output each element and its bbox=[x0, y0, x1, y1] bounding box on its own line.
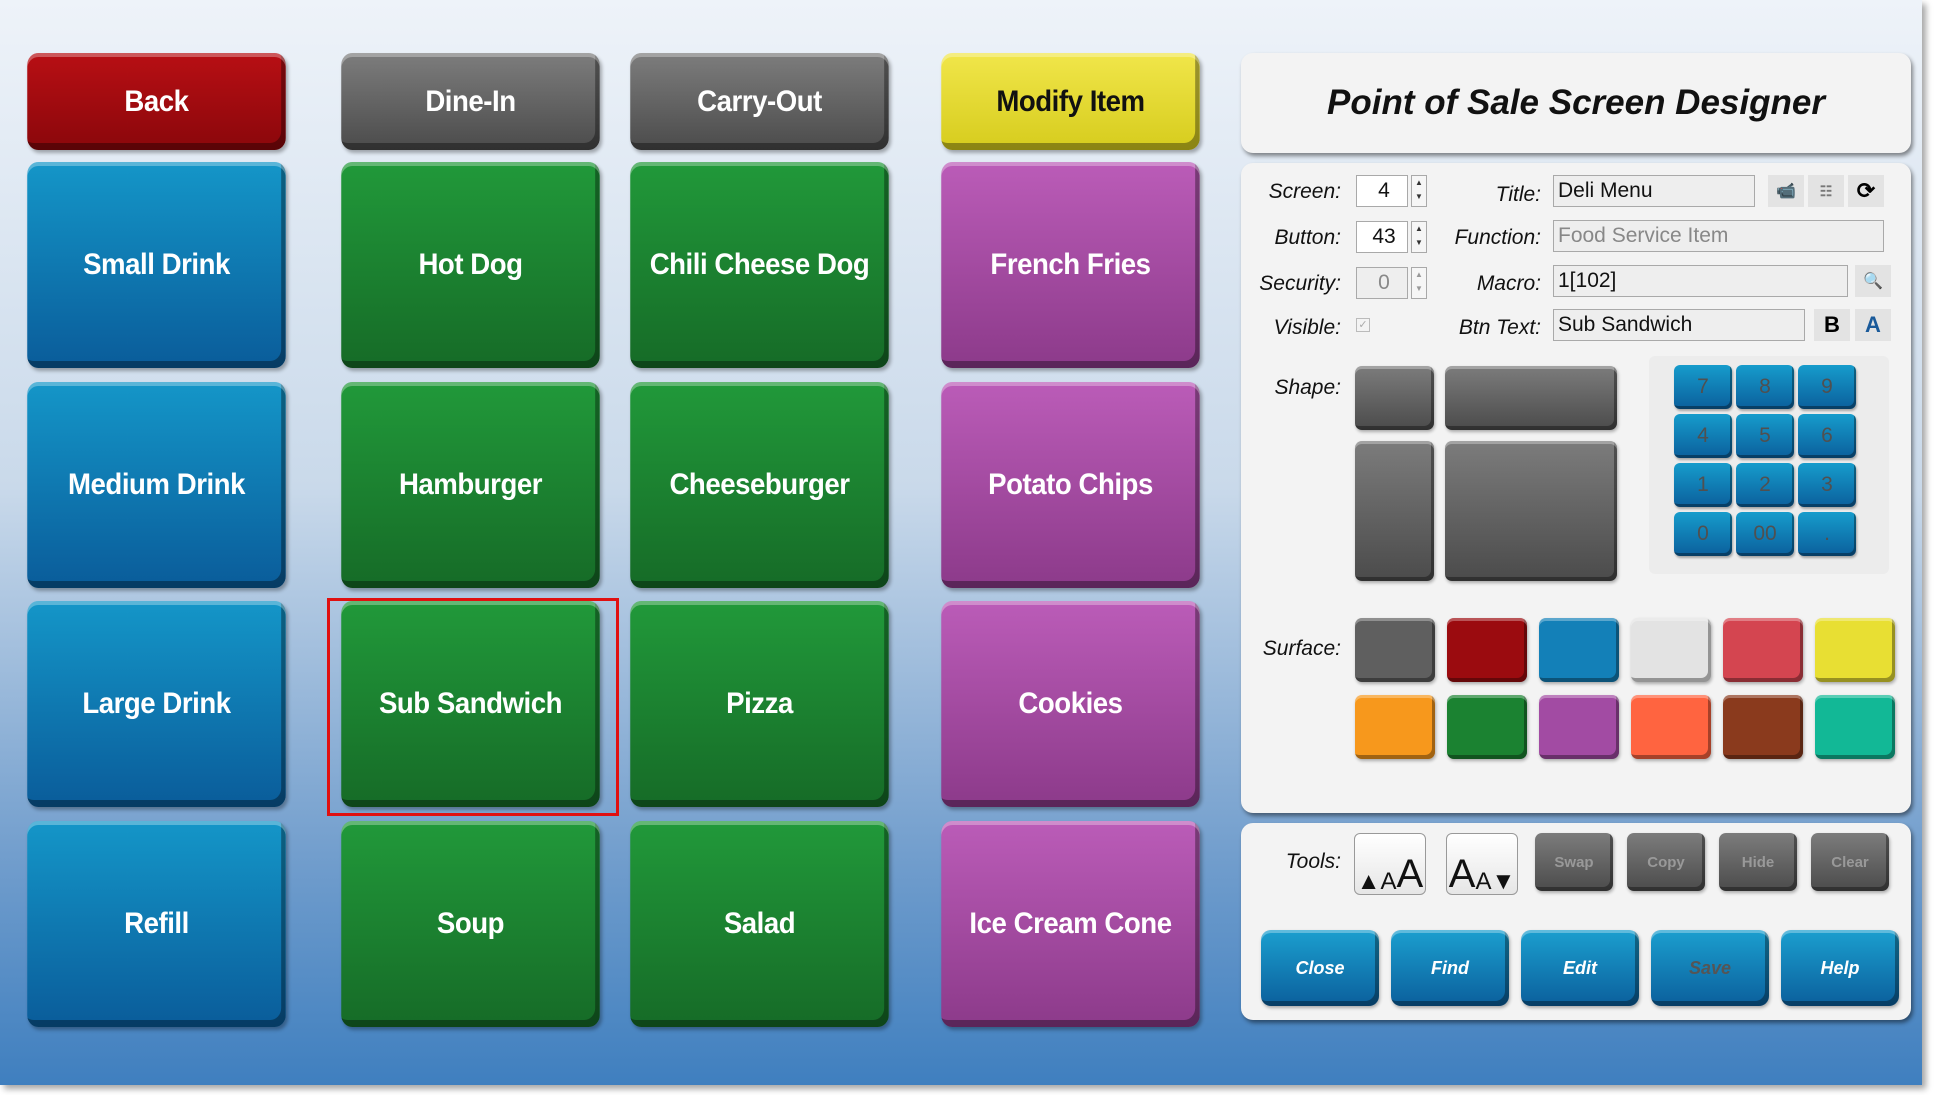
designer-title: Point of Sale Screen Designer bbox=[1327, 83, 1825, 122]
menu-item-button[interactable]: Large Drink bbox=[27, 601, 286, 807]
function-select[interactable]: Food Service Item bbox=[1553, 220, 1884, 252]
menu-item-button[interactable]: Salad bbox=[630, 821, 889, 1027]
font-color-icon[interactable]: A bbox=[1855, 309, 1891, 341]
keypad-key[interactable]: 3 bbox=[1798, 463, 1856, 507]
keypad-key[interactable]: 1 bbox=[1674, 463, 1732, 507]
tool-swap-button[interactable]: Swap bbox=[1535, 833, 1613, 891]
selected-button-outline bbox=[327, 598, 619, 816]
button-label: Button: bbox=[1274, 226, 1341, 249]
keypad-key[interactable]: 2 bbox=[1736, 463, 1794, 507]
find-button[interactable]: Find bbox=[1391, 930, 1509, 1006]
edit-button[interactable]: Edit bbox=[1521, 930, 1639, 1006]
menu-item-button[interactable]: Soup bbox=[341, 821, 600, 1027]
shape-large[interactable] bbox=[1445, 441, 1617, 581]
menu-item-button[interactable]: Potato Chips bbox=[941, 382, 1200, 588]
surface-color-swatch[interactable] bbox=[1355, 618, 1435, 682]
keypad-key[interactable]: . bbox=[1798, 512, 1856, 556]
decrease-font-icon[interactable]: A A▼ bbox=[1446, 833, 1518, 895]
keypad-key[interactable]: 7 bbox=[1674, 365, 1732, 409]
menu-item-button[interactable]: Pizza bbox=[630, 601, 889, 807]
dine-in-button[interactable]: Dine-In bbox=[341, 53, 600, 150]
surface-color-swatch[interactable] bbox=[1631, 695, 1711, 759]
close-button[interactable]: Close bbox=[1261, 930, 1379, 1006]
shape-small-square[interactable] bbox=[1355, 366, 1434, 430]
screen-label: Screen: bbox=[1268, 180, 1341, 203]
btn-text-input[interactable]: Sub Sandwich bbox=[1553, 309, 1805, 341]
surface-color-swatch[interactable] bbox=[1539, 695, 1619, 759]
properties-panel: Screen: 4 ▲ ▼ Button: 43 ▲ ▼ Security: 0 ▲… bbox=[1241, 163, 1911, 813]
surface-color-swatch[interactable] bbox=[1539, 618, 1619, 682]
btn-text-label: Btn Text: bbox=[1458, 316, 1541, 339]
designer-title-panel: Point of Sale Screen Designer bbox=[1241, 53, 1911, 153]
keypad-key[interactable]: 6 bbox=[1798, 414, 1856, 458]
button-input[interactable]: 43 bbox=[1356, 221, 1408, 253]
surface-color-swatch[interactable] bbox=[1631, 618, 1711, 682]
increase-font-icon[interactable]: ▲A A bbox=[1354, 833, 1426, 895]
menu-item-button[interactable]: Chili Cheese Dog bbox=[630, 162, 889, 368]
keypad-key[interactable]: 9 bbox=[1798, 365, 1856, 409]
screen-input[interactable]: 4 bbox=[1356, 175, 1408, 207]
macro-input[interactable]: 1[102] bbox=[1553, 265, 1848, 297]
search-icon[interactable]: 🔍 bbox=[1855, 265, 1891, 297]
tools-panel: Tools: ▲A A A A▼ Swap Copy Hide Clear Close Fi… bbox=[1241, 823, 1911, 1020]
menu-item-button[interactable]: French Fries bbox=[941, 162, 1200, 368]
modify-item-button[interactable]: Modify Item bbox=[941, 53, 1200, 150]
title-label: Title: bbox=[1495, 183, 1541, 206]
security-input[interactable]: 0 bbox=[1356, 267, 1408, 299]
list-icon[interactable]: ☷ bbox=[1808, 175, 1844, 207]
bold-icon[interactable]: B bbox=[1814, 309, 1850, 341]
keypad-key[interactable]: 0 bbox=[1674, 512, 1732, 556]
menu-item-button[interactable]: Ice Cream Cone bbox=[941, 821, 1200, 1027]
security-camera-icon[interactable]: 📹 bbox=[1768, 175, 1804, 207]
tool-hide-button[interactable]: Hide bbox=[1719, 833, 1797, 891]
pos-screen: Back Dine-In Carry-Out Modify Item Small… bbox=[0, 0, 1922, 1085]
menu-item-button[interactable]: Refill bbox=[27, 821, 286, 1027]
refresh-alert-icon[interactable]: ⟳ bbox=[1848, 175, 1884, 207]
menu-item-button[interactable]: Medium Drink bbox=[27, 382, 286, 588]
title-input[interactable]: Deli Menu bbox=[1553, 175, 1755, 207]
surface-color-swatch[interactable] bbox=[1447, 695, 1527, 759]
surface-color-swatch[interactable] bbox=[1723, 695, 1803, 759]
menu-item-button[interactable]: Small Drink bbox=[27, 162, 286, 368]
surface-color-swatch[interactable] bbox=[1723, 618, 1803, 682]
menu-item-button[interactable]: Cookies bbox=[941, 601, 1200, 807]
keypad-key[interactable]: 4 bbox=[1674, 414, 1732, 458]
keypad-key[interactable]: 8 bbox=[1736, 365, 1794, 409]
tool-clear-button[interactable]: Clear bbox=[1811, 833, 1889, 891]
menu-item-button[interactable]: Hot Dog bbox=[341, 162, 600, 368]
surface-color-swatch[interactable] bbox=[1815, 695, 1895, 759]
keypad-key[interactable]: 5 bbox=[1736, 414, 1794, 458]
surface-color-swatch[interactable] bbox=[1815, 618, 1895, 682]
keypad-key[interactable]: 00 bbox=[1736, 512, 1794, 556]
menu-item-button[interactable]: Hamburger bbox=[341, 382, 600, 588]
carry-out-button[interactable]: Carry-Out bbox=[630, 53, 889, 150]
surface-label: Surface: bbox=[1262, 637, 1341, 660]
back-button[interactable]: Back bbox=[27, 53, 286, 150]
macro-label: Macro: bbox=[1476, 272, 1541, 295]
surface-color-swatch[interactable] bbox=[1447, 618, 1527, 682]
menu-item-button[interactable]: Cheeseburger bbox=[630, 382, 889, 588]
save-button[interactable]: Save bbox=[1651, 930, 1769, 1006]
help-button[interactable]: Help bbox=[1781, 930, 1899, 1006]
surface-color-swatch[interactable] bbox=[1355, 695, 1435, 759]
shape-label: Shape: bbox=[1274, 376, 1341, 399]
tool-copy-button[interactable]: Copy bbox=[1627, 833, 1705, 891]
shape-tall[interactable] bbox=[1355, 441, 1434, 581]
function-label: Function: bbox=[1454, 226, 1541, 249]
tools-label: Tools: bbox=[1285, 850, 1341, 873]
security-label: Security: bbox=[1259, 272, 1341, 295]
visible-checkbox[interactable]: ✓ bbox=[1356, 318, 1370, 332]
shape-wide[interactable] bbox=[1445, 366, 1617, 430]
visible-label: Visible: bbox=[1273, 316, 1341, 339]
